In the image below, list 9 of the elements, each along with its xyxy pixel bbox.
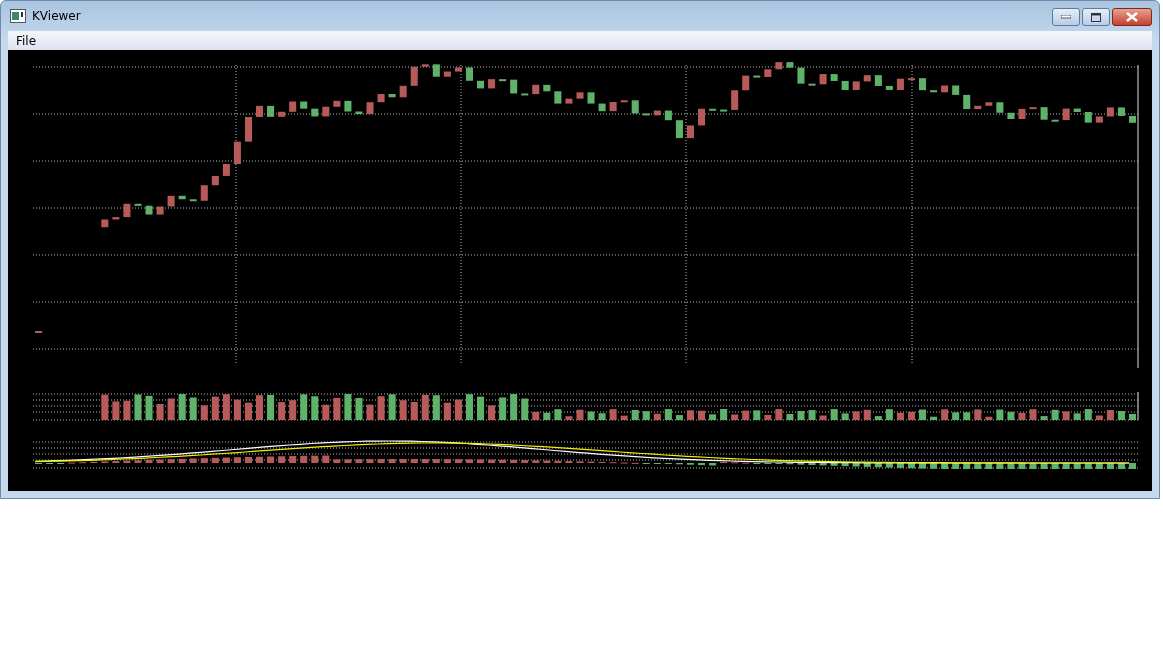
menu-item[interactable]: File bbox=[8, 33, 45, 48]
close-button[interactable] bbox=[1112, 8, 1152, 26]
maximize-button[interactable] bbox=[1082, 8, 1110, 26]
close-icon bbox=[1126, 12, 1138, 22]
minimize-icon bbox=[1061, 15, 1071, 19]
minimize-button[interactable] bbox=[1052, 8, 1080, 26]
maximize-icon bbox=[1091, 12, 1101, 22]
window-title: KViewer bbox=[32, 9, 82, 23]
app-icon bbox=[10, 9, 26, 23]
